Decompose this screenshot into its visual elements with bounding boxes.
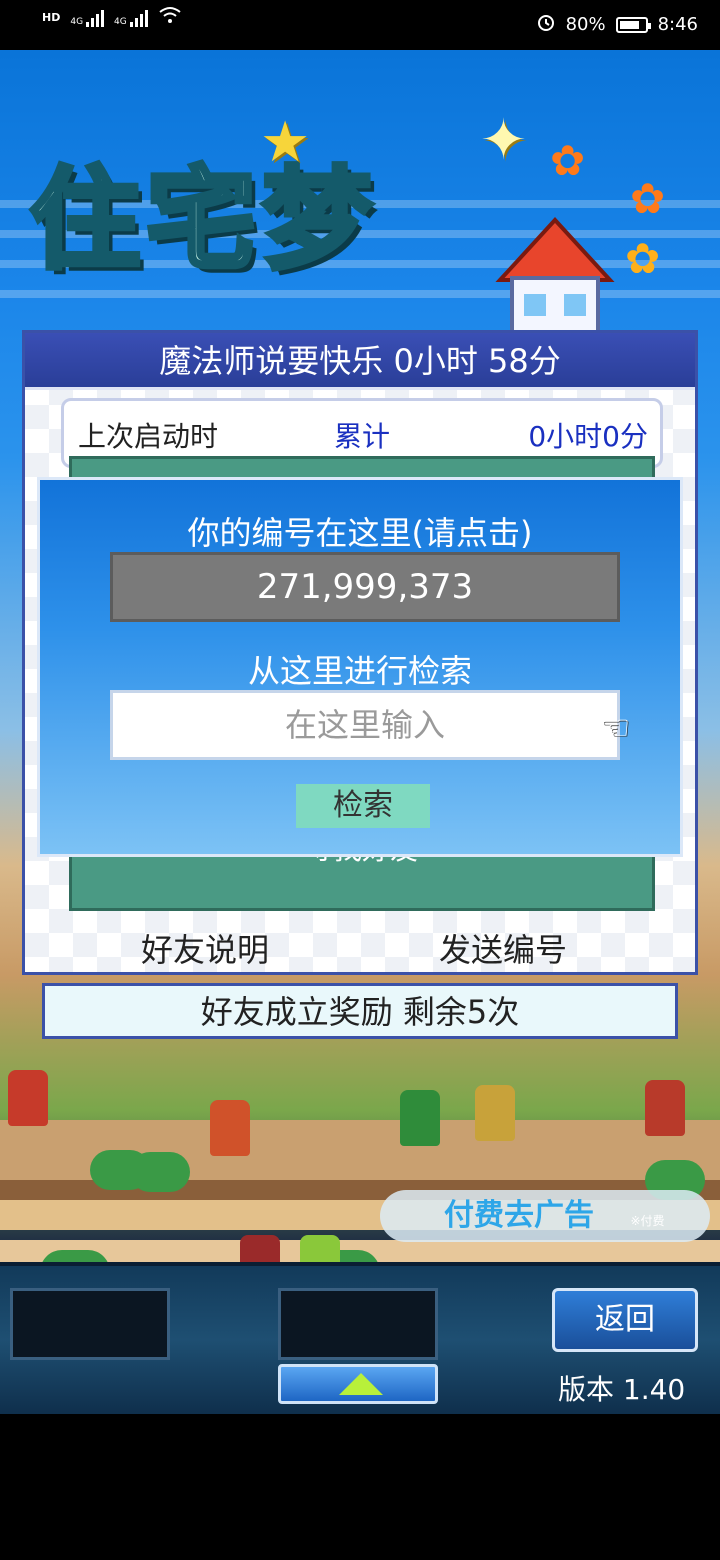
up-arrow-icon bbox=[339, 1373, 383, 1395]
wifi-icon bbox=[158, 6, 182, 29]
menu-slot-left[interactable] bbox=[10, 1288, 170, 1360]
status-bar: HD 4G 4G 80% 8:46 bbox=[0, 0, 720, 50]
search-label: 从这里进行检索 bbox=[247, 652, 472, 690]
total-label: 累计 bbox=[334, 420, 391, 453]
remove-ads-banner[interactable]: 付费去广告 ※付费 bbox=[380, 1190, 710, 1242]
battery-icon bbox=[615, 16, 651, 33]
pointing-hand-icon: ☜ bbox=[600, 708, 631, 748]
signal-icon-2: 4G bbox=[114, 9, 148, 27]
friend-id-popup: 你的编号在这里(请点击) 271,999,373 从这里进行检索 在这里输入 ☜… bbox=[37, 477, 683, 857]
alarm-icon bbox=[536, 12, 556, 37]
menu-slot-center[interactable] bbox=[278, 1288, 438, 1360]
friend-help-link[interactable]: 好友说明 bbox=[141, 925, 269, 971]
character-sprite bbox=[210, 1100, 250, 1156]
hd-indicator: HD bbox=[42, 11, 61, 24]
character-sprite bbox=[400, 1090, 440, 1146]
flower-icon: ✿ bbox=[630, 174, 666, 223]
flower-icon: ✿ bbox=[625, 234, 661, 283]
id-label: 你的编号在这里(请点击) bbox=[187, 514, 533, 552]
search-button[interactable]: 检索 bbox=[296, 784, 430, 828]
character-sprite bbox=[645, 1080, 685, 1136]
version-label: 版本 1.40 bbox=[558, 1373, 686, 1406]
remove-ads-note: ※付费 bbox=[630, 1214, 665, 1228]
panel-title: 魔法师说要快乐 0小时 58分 bbox=[25, 333, 695, 390]
back-button[interactable]: 返回 bbox=[552, 1288, 698, 1352]
flower-icon: ✿ bbox=[550, 136, 586, 185]
expand-menu-button[interactable] bbox=[278, 1364, 438, 1404]
character-sprite bbox=[8, 1070, 48, 1126]
clock: 8:46 bbox=[657, 14, 698, 35]
last-launch-label: 上次启动时 bbox=[78, 420, 219, 453]
total-value: 0小时0分 bbox=[528, 420, 648, 453]
search-input[interactable]: 在这里输入 bbox=[110, 690, 620, 760]
character-sprite bbox=[475, 1085, 515, 1141]
send-id-link[interactable]: 发送编号 bbox=[439, 925, 567, 971]
battery-percent: 80% bbox=[565, 14, 606, 35]
friend-reward-bar: 好友成立奖励 剩余5次 bbox=[42, 983, 678, 1039]
sparkle-icon: ✦ bbox=[480, 108, 527, 173]
remove-ads-label: 付费去广告 bbox=[444, 1198, 594, 1233]
star-icon: ★ bbox=[260, 110, 311, 175]
bottom-bar: 返回 版本 1.40 bbox=[0, 1262, 720, 1414]
signal-icon-1: 4G bbox=[70, 9, 105, 27]
player-id-box[interactable]: 271,999,373 bbox=[110, 552, 620, 622]
